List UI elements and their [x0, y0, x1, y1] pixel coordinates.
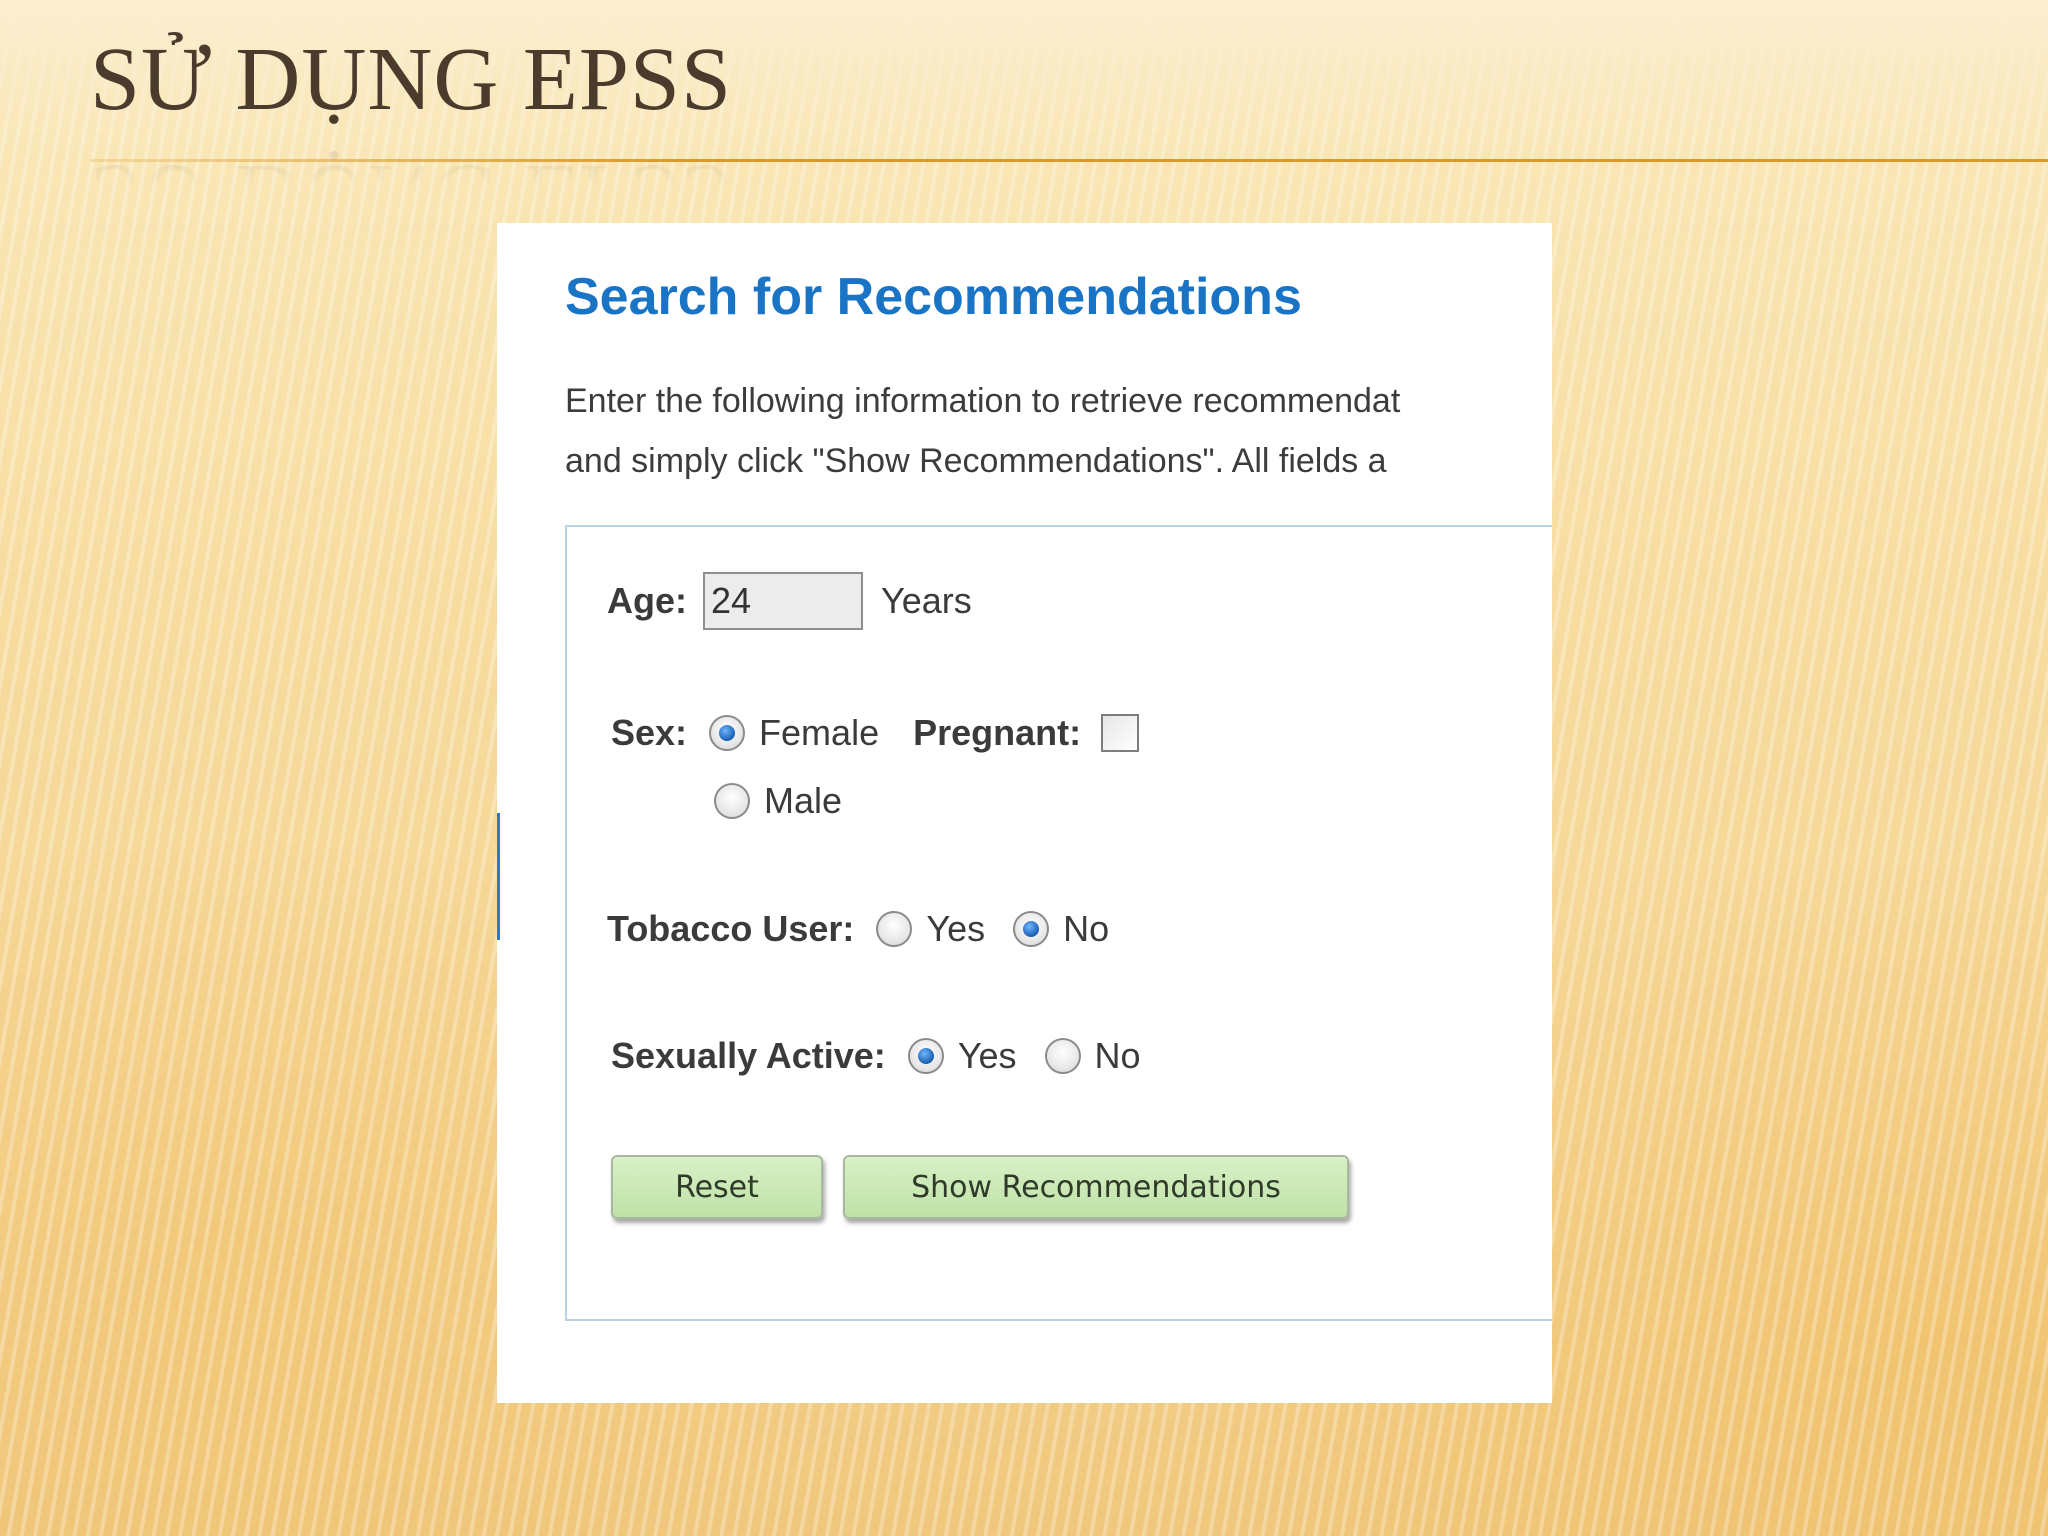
left-accent-bar: [497, 813, 500, 940]
sexually-active-label: Sexually Active:: [611, 1035, 886, 1076]
epss-screenshot: Search for Recommendations Enter the fol…: [497, 223, 1552, 1403]
reset-button[interactable]: Reset: [611, 1155, 823, 1219]
sex-male-row: Male: [714, 780, 842, 822]
intro-line-1: Enter the following information to retri…: [565, 382, 1401, 420]
tobacco-label: Tobacco User:: [607, 908, 855, 949]
form-intro: Enter the following information to retri…: [565, 371, 1552, 491]
pregnant-checkbox[interactable]: [1101, 714, 1140, 752]
tobacco-row: Tobacco User: Yes No: [607, 908, 1109, 950]
sexually-active-yes-label: Yes: [957, 1035, 1017, 1076]
intro-line-2: and simply click "Show Recommendations".…: [565, 442, 1387, 480]
sex-male-label: Male: [764, 780, 843, 821]
sex-female-label: Female: [759, 712, 880, 753]
age-label: Age:: [607, 580, 687, 621]
tobacco-yes-label: Yes: [926, 908, 986, 949]
sex-label: Sex:: [611, 712, 688, 753]
slide-title: SỬ DỤNG EPSS: [90, 30, 732, 129]
age-input[interactable]: [703, 572, 863, 630]
pregnant-label: Pregnant:: [913, 712, 1082, 753]
sexually-active-no-radio[interactable]: [1044, 1038, 1081, 1074]
search-form-panel: Age: Years Sex: Female Pregnant: Male To…: [565, 525, 1552, 1321]
sex-male-radio[interactable]: [714, 783, 750, 819]
show-recommendations-button[interactable]: Show Recommendations: [843, 1155, 1349, 1219]
tobacco-yes-radio[interactable]: [876, 911, 913, 947]
age-unit: Years: [881, 580, 972, 621]
form-heading: Search for Recommendations: [565, 268, 1302, 326]
title-underline: [90, 159, 2048, 162]
sexually-active-row: Sexually Active: Yes No: [611, 1035, 1141, 1077]
sex-row: Sex: Female Pregnant:: [611, 712, 1140, 754]
sexually-active-no-label: No: [1094, 1035, 1141, 1076]
tobacco-no-radio[interactable]: [1013, 911, 1050, 947]
sex-female-radio[interactable]: [709, 715, 746, 751]
sexually-active-yes-radio[interactable]: [907, 1038, 944, 1074]
age-row: Age: Years: [607, 572, 972, 630]
tobacco-no-label: No: [1063, 908, 1110, 949]
